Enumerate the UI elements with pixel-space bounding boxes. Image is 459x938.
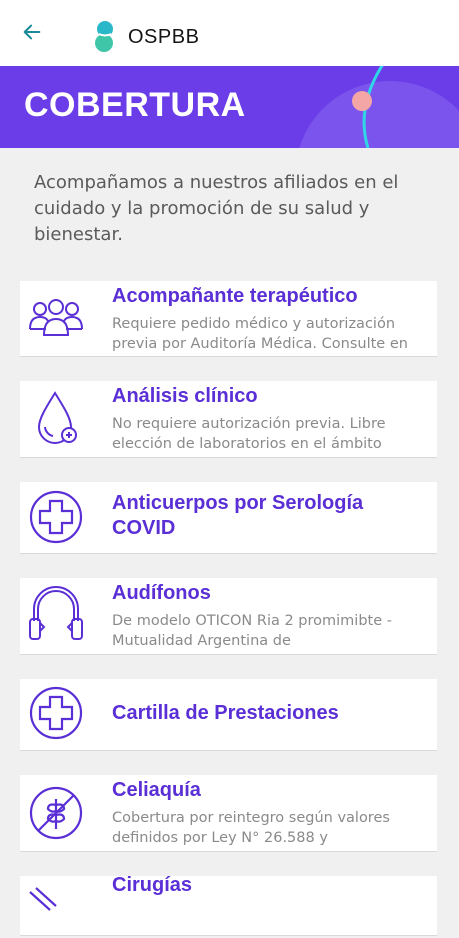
medical-cross-icon [28, 685, 84, 741]
surgery-icon [28, 882, 84, 938]
item-desc-line1: Cobertura por reintegro según valores [112, 810, 390, 826]
ospbb-logo-icon [95, 21, 113, 52]
item-title-line2: COVID [112, 517, 176, 539]
item-title: Cirugías [112, 874, 193, 896]
item-desc-line1: De modelo OTICON Ria 2 promimibte - [112, 613, 392, 629]
list-item-analisis[interactable]: Análisis clínico No requiere autorizació… [20, 381, 437, 458]
item-title: Anticuerpos por Serología [112, 492, 364, 514]
top-bar: OSPBB [0, 0, 459, 66]
item-title: Cartilla de Prestaciones [112, 702, 339, 724]
blood-drop-icon [28, 389, 84, 445]
item-title: Celiaquía [112, 779, 201, 801]
list-item-acompanante[interactable]: Acompañante terapéutico Requiere pedido … [20, 281, 437, 357]
list-item-audifonos[interactable]: Audífonos De modelo OTICON Ria 2 promimi… [20, 578, 437, 655]
gluten-free-icon [28, 785, 84, 841]
arrow-left-icon [23, 24, 41, 40]
list-item-anticuerpos[interactable]: Anticuerpos por Serología COVID [20, 482, 437, 554]
page-title: COBERTURA [24, 86, 246, 124]
list-item-cirugias[interactable]: Cirugías [20, 874, 437, 938]
item-title: Audífonos [112, 582, 211, 604]
back-button[interactable] [18, 18, 46, 46]
medical-cross-icon [28, 489, 84, 545]
item-desc-line1: Requiere pedido médico y autorización [112, 316, 396, 332]
group-people-icon [28, 291, 84, 347]
item-desc-line2: previa por Auditoría Médica. Consulte en [112, 336, 408, 352]
list-item-cartilla[interactable]: Cartilla de Prestaciones [20, 679, 437, 751]
item-desc-line2: elección de laboratorios en el ámbito [112, 436, 382, 452]
headphones-icon [28, 584, 84, 640]
item-desc-line2: Mutualidad Argentina de [112, 633, 291, 649]
coverage-list: Acompañante terapéutico Requiere pedido … [20, 281, 437, 936]
hero-banner: COBERTURA [0, 66, 459, 148]
item-title: Acompañante terapéutico [112, 285, 358, 307]
intro-text: Acompañamos a nuestros afiliados en el c… [34, 172, 399, 245]
item-desc-line1: No requiere autorización previa. Libre [112, 416, 386, 432]
list-item-celiaquia[interactable]: Celiaquía Cobertura por reintegro según … [20, 775, 437, 852]
item-title: Análisis clínico [112, 385, 258, 407]
item-desc-line2: definidos por Ley N° 26.588 y [112, 830, 328, 846]
app-name: OSPBB [128, 26, 200, 48]
